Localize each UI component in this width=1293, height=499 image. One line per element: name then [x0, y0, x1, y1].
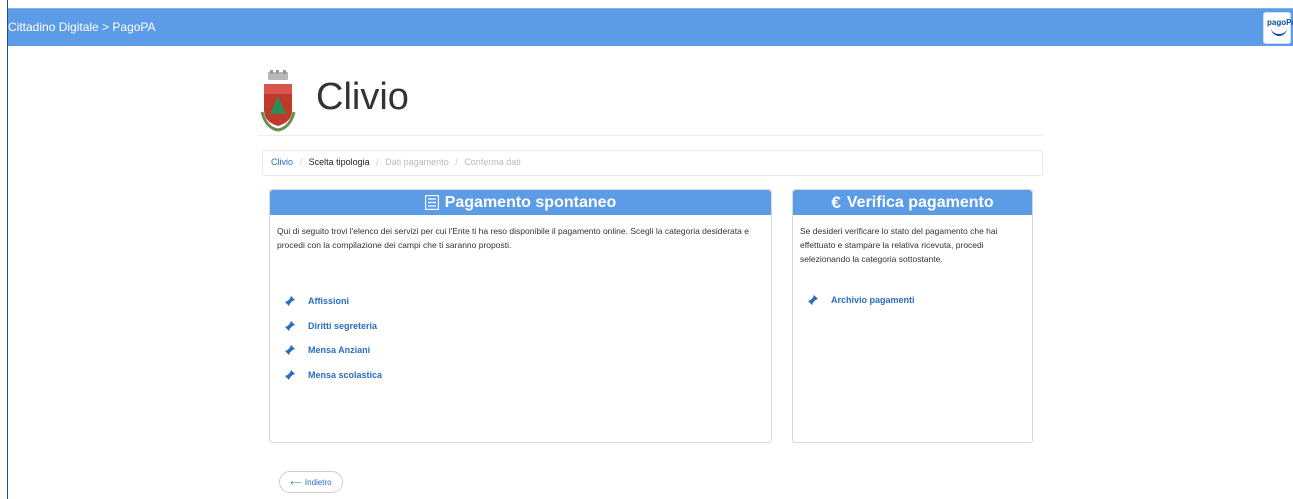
category-list: Affissioni Diritti segreteria Mensa Anzi…: [284, 289, 382, 387]
pin-icon: [285, 296, 295, 307]
breadcrumb-item-clivio[interactable]: Clivio: [271, 157, 293, 167]
page-title: Clivio: [316, 76, 409, 118]
pin-icon: [808, 295, 818, 306]
pagamento-spontaneo-panel: Pagamento spontaneo Qui di seguito trovi…: [269, 189, 772, 443]
panel-header: € Verifica pagamento: [793, 190, 1032, 215]
pin-icon: [285, 320, 295, 331]
pin-icon: [285, 369, 295, 380]
arrow-left-icon: ⟵: [290, 477, 302, 487]
municipal-crest-icon: [260, 70, 296, 132]
panel-header: Pagamento spontaneo: [270, 190, 771, 215]
category-link-archivio-pagamenti[interactable]: Archivio pagamenti: [807, 288, 915, 313]
page-header: Clivio: [258, 66, 1043, 136]
panel-description: Qui di seguito trovi l'elenco dei serviz…: [277, 226, 749, 250]
pagopa-logo-arc-icon: [1271, 27, 1287, 36]
window-left-border: [0, 0, 8, 499]
breadcrumb-separator: /: [376, 157, 379, 167]
panel-title: Pagamento spontaneo: [444, 193, 617, 211]
pin-icon: [285, 345, 295, 356]
panel-title: Verifica pagamento: [846, 193, 994, 211]
verifica-pagamento-panel: € Verifica pagamento Se desideri verific…: [792, 189, 1033, 443]
breadcrumb-separator: /: [299, 157, 303, 167]
breadcrumb-item-scelta-tipologia: Scelta tipologia: [308, 157, 370, 167]
back-button-label: Indietro: [304, 477, 332, 487]
category-list: Archivio pagamenti: [807, 288, 915, 313]
breadcrumb-item-dati-pagamento: Dati pagamento: [385, 157, 449, 167]
category-label: Diritti segreteria: [308, 320, 378, 331]
pagopa-logo-text: pagoPA: [1267, 18, 1293, 27]
category-label: Mensa Anziani: [308, 345, 371, 356]
category-link-mensa-anziani[interactable]: Mensa Anziani: [284, 338, 382, 363]
category-label: Mensa scolastica: [308, 369, 383, 380]
euro-icon: €: [831, 192, 841, 212]
pagopa-logo[interactable]: pagoPA: [1263, 12, 1293, 44]
top-bar: Cittadino Digitale > PagoPA pagoPA: [8, 8, 1293, 46]
panel-description: Se desideri verificare lo stato del paga…: [800, 226, 998, 264]
app-breadcrumb-title: Cittadino Digitale > PagoPA: [8, 20, 156, 34]
category-link-mensa-scolastica[interactable]: Mensa scolastica: [284, 363, 382, 388]
category-link-diritti-segreteria[interactable]: Diritti segreteria: [284, 314, 382, 339]
category-label: Affissioni: [308, 296, 350, 307]
list-document-icon: [424, 195, 439, 210]
category-label: Archivio pagamenti: [831, 295, 915, 306]
back-button[interactable]: ⟵ Indietro: [279, 471, 343, 493]
breadcrumb-item-conferma-dati: Conferma dati: [464, 157, 521, 167]
breadcrumb-separator: /: [455, 157, 458, 167]
category-link-affissioni[interactable]: Affissioni: [284, 289, 382, 314]
breadcrumb: Clivio / Scelta tipologia / Dati pagamen…: [262, 150, 1043, 176]
